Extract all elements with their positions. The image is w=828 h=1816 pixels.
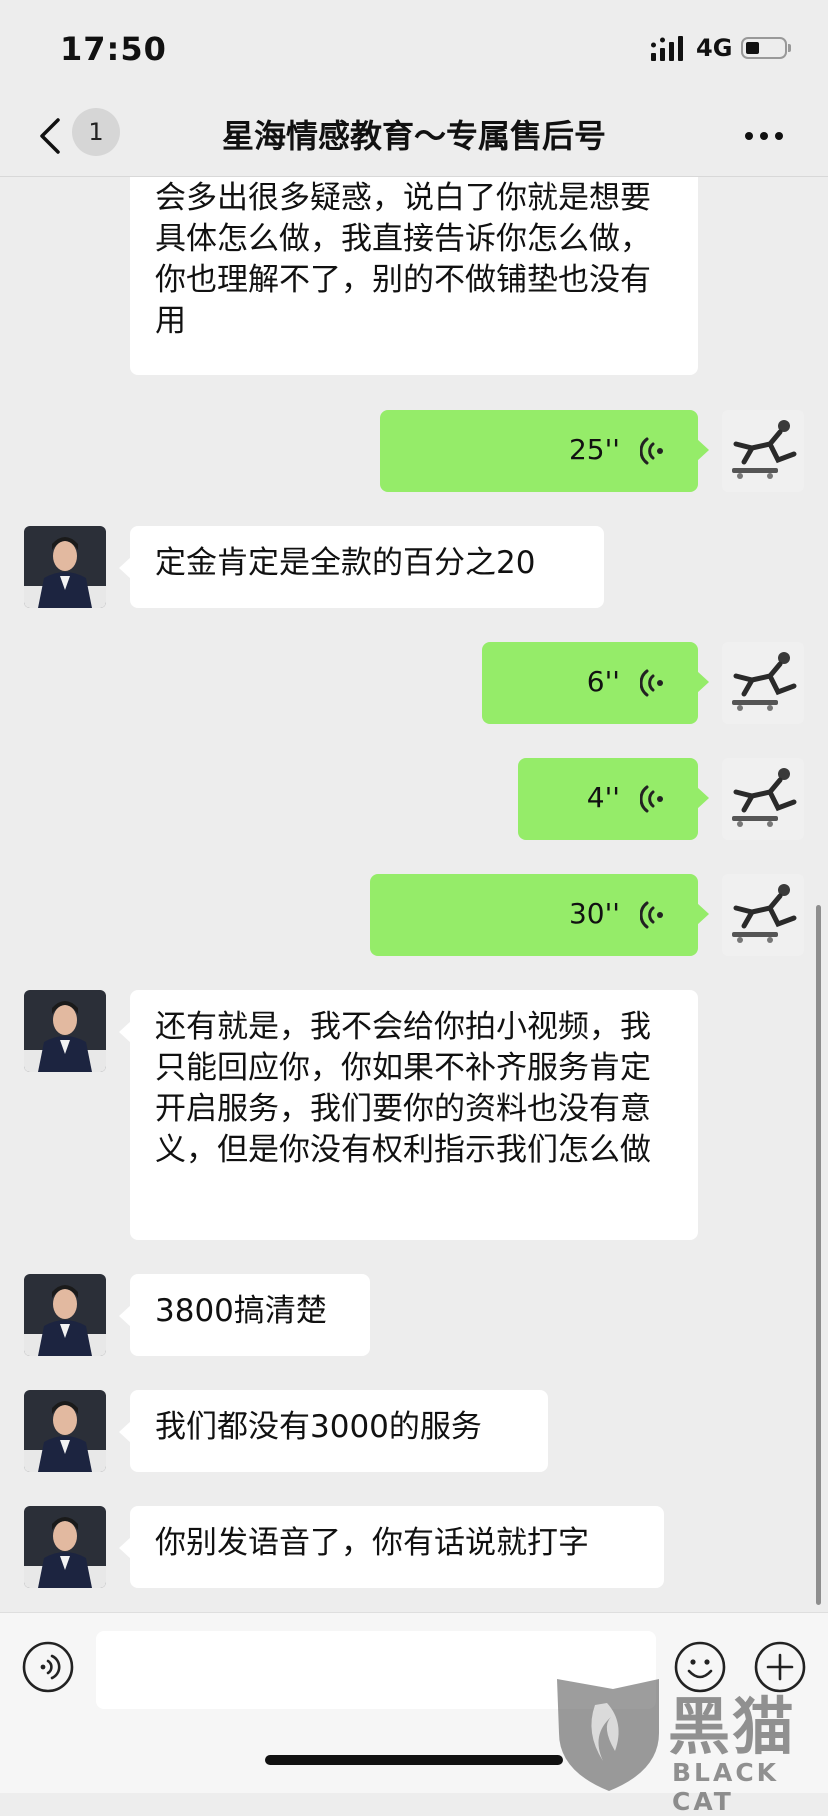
contact-avatar[interactable] [24,1506,106,1588]
voice-duration: 4'' [586,781,620,814]
watermark-text-cn: 黑猫 [668,1690,797,1763]
my-avatar[interactable] [722,758,804,840]
network-type: 4G [696,34,733,62]
watermark-text-en: BLACK CAT [672,1758,780,1816]
avatar-man-image [24,1506,106,1588]
voice-message-bubble[interactable]: 25'' [380,410,709,492]
voice-duration: 6'' [586,665,620,698]
battery-icon [741,37,787,59]
message-text: 3800搞清楚 [155,1293,327,1329]
voice-message-bubble[interactable]: 6'' [482,642,709,724]
voice-message-bubble[interactable]: 30'' [370,874,709,956]
battery-cap [788,44,791,52]
my-avatar[interactable] [722,410,804,492]
unread-count-badge[interactable]: 1 [72,108,120,156]
avatar-skateboard-image [722,758,804,840]
avatar-man-image [24,1390,106,1472]
voice-wave-icon [640,669,663,697]
contact-avatar[interactable] [24,990,106,1072]
message-text: 你别发语音了，你有话说就打字 [155,1525,589,1561]
message-bubble-text[interactable]: 定金肯定是全款的百分之20 [119,526,604,608]
avatar-man-image [24,526,106,608]
voice-message-bubble[interactable]: 4'' [518,758,709,840]
message-bubble-text[interactable]: 3800搞清楚 [119,1274,370,1356]
chat-title: 星海情感教育～专属售后号 [221,117,606,155]
message-text: 你已经解不了它那的一会方案，没而会多出很多疑惑，说白了你就是想要具体怎么做，我直… [155,180,651,339]
voice-wave-icon [640,785,663,813]
message-bubble-text[interactable]: 你已经解不了它那的一会方案，没而会多出很多疑惑，说白了你就是想要具体怎么做，我直… [130,177,698,375]
chat-scrollbar[interactable] [816,905,821,1605]
message-list[interactable]: 你已经解不了它那的一会方案，没而会多出很多疑惑，说白了你就是想要具体怎么做，我直… [0,177,828,1612]
contact-avatar[interactable] [24,526,106,608]
avatar-skateboard-image [722,410,804,492]
message-bubble-text[interactable]: 我们都没有3000的服务 [119,1390,548,1472]
my-avatar[interactable] [722,642,804,724]
message-text: 定金肯定是全款的百分之20 [155,545,536,581]
status-bar: 17:50 4G [0,0,828,100]
voice-duration: 30'' [568,897,620,930]
home-indicator[interactable] [265,1755,563,1765]
my-avatar[interactable] [722,874,804,956]
voice-wave-icon [640,437,663,465]
chat-header: 1 星海情感教育～专属售后号 [0,100,828,177]
battery-level [746,42,759,54]
avatar-skateboard-image [722,874,804,956]
contact-avatar[interactable] [24,1390,106,1472]
message-text: 还有就是，我不会给你拍小视频，我只能回应你，你如果不补齐服务肯定开启服务，我们要… [155,1009,651,1168]
avatar-man-image [24,1274,106,1356]
voice-input-icon[interactable] [22,1641,74,1693]
avatar-man-image [24,990,106,1072]
voice-duration: 25'' [568,433,620,466]
message-bubble-text[interactable]: 你别发语音了，你有话说就打字 [119,1506,664,1588]
message-text: 我们都没有3000的服务 [155,1409,482,1445]
message-bubble-text[interactable]: 还有就是，我不会给你拍小视频，我只能回应你，你如果不补齐服务肯定开启服务，我们要… [119,990,698,1240]
cellular-signal-icon [651,36,683,61]
back-chevron-icon[interactable] [36,114,66,158]
contact-avatar[interactable] [24,1274,106,1356]
status-time: 17:50 [60,30,167,68]
avatar-skateboard-image [722,642,804,724]
voice-wave-icon [640,901,663,929]
more-options-icon[interactable] [744,131,784,141]
